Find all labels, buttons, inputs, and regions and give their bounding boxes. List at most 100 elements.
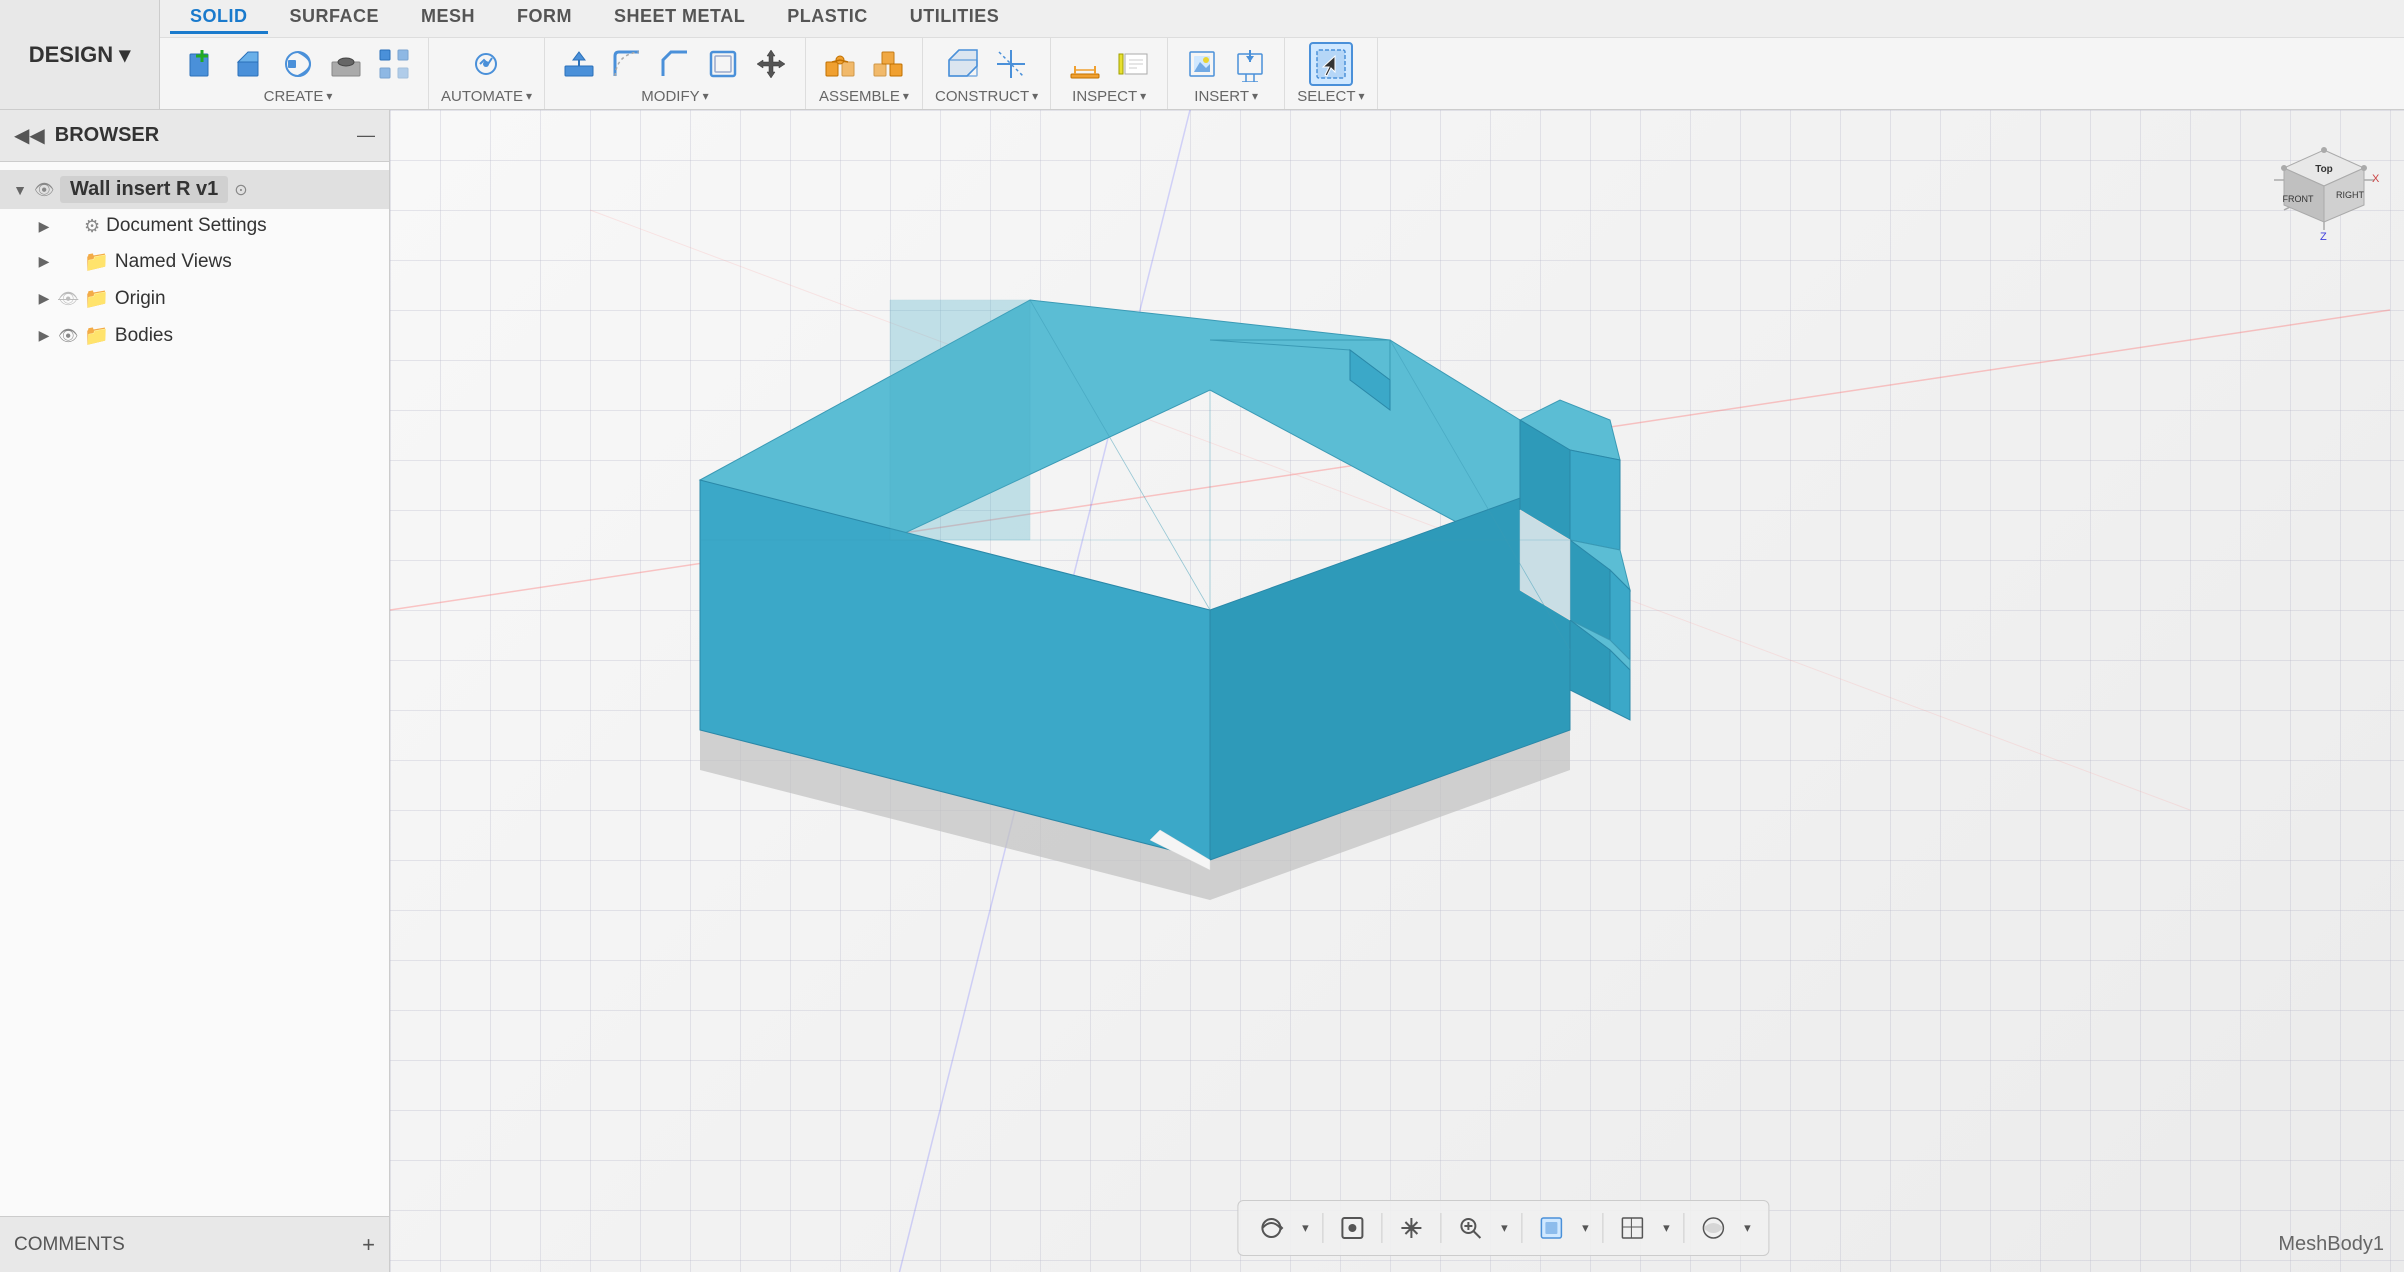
tab-mesh[interactable]: MESH — [401, 2, 495, 34]
group-assemble: ASSEMBLE ▾ — [806, 38, 923, 109]
doc-settings-icon: ⚙ — [84, 216, 100, 237]
visual-style-button[interactable] — [1692, 1207, 1734, 1249]
browser-header: ◀◀ BROWSER — — [0, 110, 389, 162]
orbit-dropdown[interactable]: ▾ — [1296, 1207, 1314, 1249]
insert-icons — [1180, 42, 1272, 86]
grid-toggle-button[interactable] — [1611, 1207, 1653, 1249]
svg-text:X: X — [2372, 173, 2380, 185]
groups-row: CREATE ▾ AUTOMATE ▾ — [160, 38, 2404, 109]
bodies-folder-icon: 📁 — [84, 323, 109, 348]
bottom-toolbar: ▾ ▾ ▾ ▾ ▾ — [1237, 1200, 1769, 1256]
browser-panel: ◀◀ BROWSER — ▼ 👁 Wall insert R v1 ⊙ ▶ ⚙ … — [0, 110, 390, 1272]
select-dropdown-arrow: ▾ — [1359, 89, 1365, 103]
select-icon[interactable] — [1309, 42, 1353, 86]
orbit-button[interactable] — [1250, 1207, 1292, 1249]
display-mode-button[interactable] — [1530, 1207, 1572, 1249]
visual-style-dropdown[interactable]: ▾ — [1738, 1207, 1756, 1249]
svg-text:RIGHT: RIGHT — [2336, 190, 2365, 200]
toolbar-divider-2 — [1381, 1213, 1382, 1243]
fillet-icon[interactable] — [605, 42, 649, 86]
assemble-label[interactable]: ASSEMBLE ▾ — [819, 88, 909, 105]
plane-icon[interactable] — [941, 42, 985, 86]
inspect-label[interactable]: INSPECT ▾ — [1072, 88, 1146, 105]
select-icons — [1309, 42, 1353, 86]
construct2-icon[interactable] — [989, 42, 1033, 86]
svg-text:FRONT: FRONT — [2283, 194, 2314, 204]
canvas[interactable]: Top FRONT RIGHT Z X ▾ — [390, 110, 2404, 1272]
origin-label: Origin — [115, 288, 166, 310]
create-label[interactable]: CREATE ▾ — [264, 88, 333, 105]
measure-icon[interactable] — [1063, 42, 1107, 86]
extrude-icon[interactable] — [228, 42, 272, 86]
hole-icon[interactable] — [324, 42, 368, 86]
look-at-button[interactable] — [1331, 1207, 1373, 1249]
toolbar: DESIGN ▾ SOLID SURFACE MESH FORM SHEET M… — [0, 0, 2404, 110]
tab-plastic[interactable]: PLASTIC — [767, 2, 888, 34]
press-pull-icon[interactable] — [557, 42, 601, 86]
grid-dropdown[interactable]: ▾ — [1657, 1207, 1675, 1249]
move-icon[interactable] — [749, 42, 793, 86]
tab-surface[interactable]: SURFACE — [270, 2, 400, 34]
joint-icon[interactable] — [818, 42, 862, 86]
insert-label[interactable]: INSERT ▾ — [1194, 88, 1258, 105]
shell-mod-icon[interactable] — [701, 42, 745, 86]
inspect-dropdown-arrow: ▾ — [1140, 89, 1146, 103]
insert2-icon[interactable] — [1228, 42, 1272, 86]
bodies-label: Bodies — [115, 325, 173, 347]
viewcube[interactable]: Top FRONT RIGHT Z X — [2264, 130, 2384, 250]
tab-form[interactable]: FORM — [497, 2, 592, 34]
zoom-button[interactable] — [1449, 1207, 1491, 1249]
new-component-icon[interactable] — [180, 42, 224, 86]
modify-dropdown-arrow: ▾ — [703, 89, 709, 103]
browser-collapse-arrows[interactable]: ◀◀ — [14, 123, 45, 148]
automate-label[interactable]: AUTOMATE ▾ — [441, 88, 532, 105]
add-comment-button[interactable]: + — [362, 1232, 375, 1258]
group-inspect: INSPECT ▾ — [1051, 38, 1168, 109]
browser-tree: ▼ 👁 Wall insert R v1 ⊙ ▶ ⚙ Document Sett… — [0, 162, 389, 1216]
tab-sheet-metal[interactable]: SHEET METAL — [594, 2, 765, 34]
canvas-grid — [390, 110, 2404, 1272]
zoom-dropdown[interactable]: ▾ — [1495, 1207, 1513, 1249]
toolbar-divider-3 — [1440, 1213, 1441, 1243]
viewcube-svg: Top FRONT RIGHT Z X — [2264, 130, 2384, 250]
browser-root-item[interactable]: ▼ 👁 Wall insert R v1 ⊙ — [0, 170, 389, 209]
modify-label[interactable]: MODIFY ▾ — [641, 88, 708, 105]
comments-label: COMMENTS — [14, 1234, 352, 1256]
modify-icons — [557, 42, 793, 86]
insert-icon[interactable] — [1180, 42, 1224, 86]
chamfer-icon[interactable] — [653, 42, 697, 86]
bodies-arrow: ▶ — [36, 327, 52, 344]
assemble-icons — [818, 42, 910, 86]
pattern-icon[interactable] — [372, 42, 416, 86]
origin-eye-icon[interactable]: 👁 — [58, 289, 78, 309]
design-button[interactable]: DESIGN ▾ — [0, 0, 160, 109]
tab-solid[interactable]: SOLID — [170, 2, 268, 34]
construct-label[interactable]: CONSTRUCT ▾ — [935, 88, 1038, 105]
origin-folder-icon: 📁 — [84, 286, 109, 311]
browser-minimize-btn[interactable]: — — [357, 125, 375, 146]
tree-item-origin[interactable]: ▶ 👁 📁 Origin — [0, 280, 389, 317]
root-eye-icon[interactable]: 👁 — [34, 180, 54, 200]
origin-arrow: ▶ — [36, 290, 52, 307]
display-mode-dropdown[interactable]: ▾ — [1576, 1207, 1594, 1249]
tree-item-named-views[interactable]: ▶ 📁 Named Views — [0, 243, 389, 280]
tree-item-bodies[interactable]: ▶ 👁 📁 Bodies — [0, 317, 389, 354]
tree-item-document-settings[interactable]: ▶ ⚙ Document Settings — [0, 209, 389, 243]
root-label: Wall insert R v1 — [60, 176, 228, 203]
construct-icons — [941, 42, 1033, 86]
assemble-dropdown-arrow: ▾ — [903, 89, 909, 103]
insert-dropdown-arrow: ▾ — [1252, 89, 1258, 103]
root-pin-icon[interactable]: ⊙ — [234, 180, 247, 200]
tab-utilities[interactable]: UTILITIES — [890, 2, 1020, 34]
toolbar-divider-5 — [1602, 1213, 1603, 1243]
select-label[interactable]: SELECT ▾ — [1297, 88, 1364, 105]
as-built-icon[interactable] — [866, 42, 910, 86]
automate-icon[interactable] — [464, 42, 508, 86]
revolve-icon[interactable] — [276, 42, 320, 86]
group-select: SELECT ▾ — [1285, 38, 1377, 109]
inspect2-icon[interactable] — [1111, 42, 1155, 86]
toolbar-divider-6 — [1683, 1213, 1684, 1243]
bodies-eye-icon[interactable]: 👁 — [58, 326, 78, 346]
group-create: CREATE ▾ — [168, 38, 429, 109]
pan-button[interactable] — [1390, 1207, 1432, 1249]
